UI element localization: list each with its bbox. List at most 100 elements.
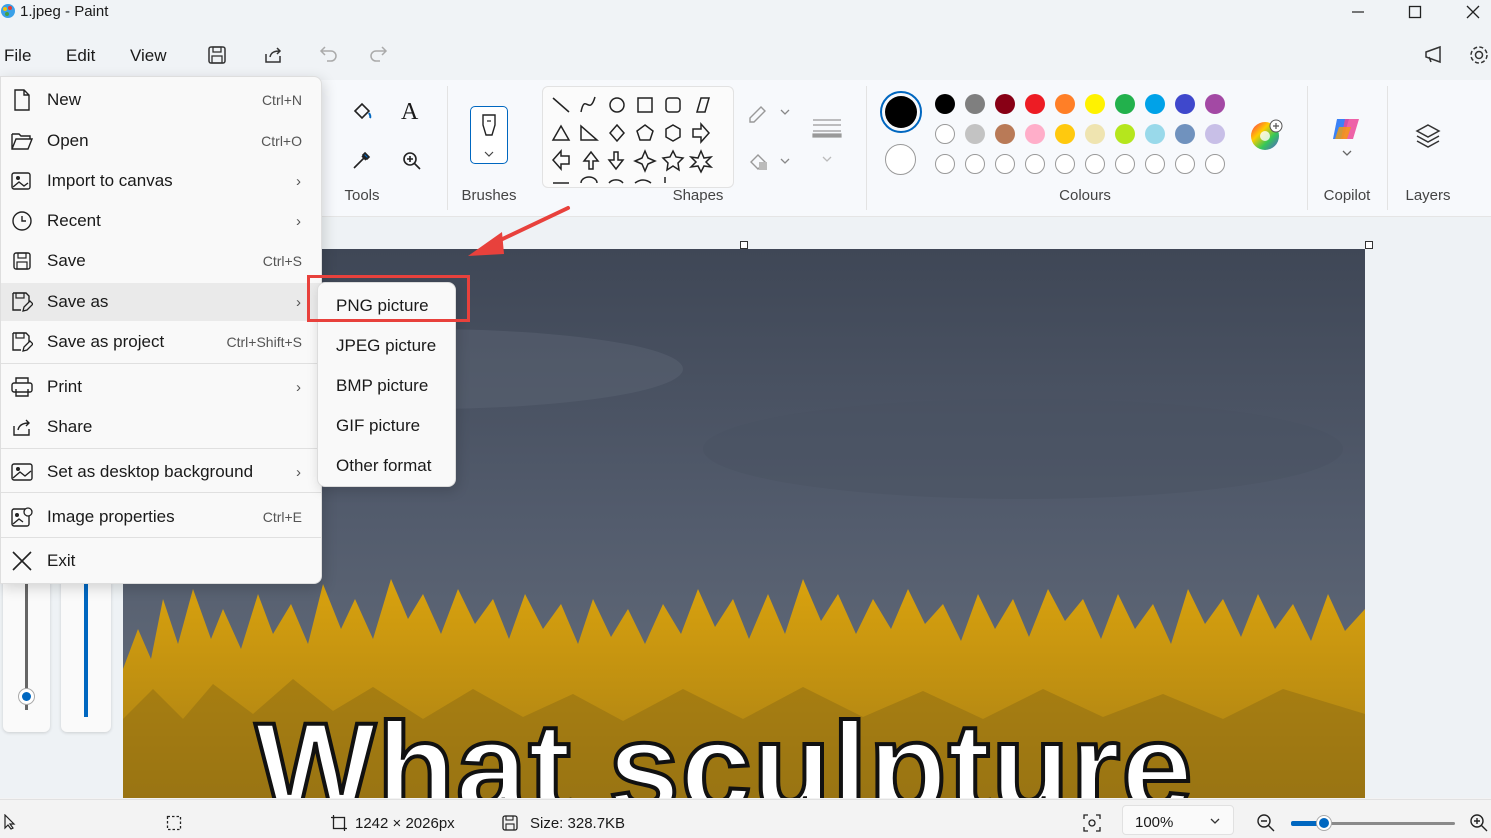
menu-file[interactable]: File xyxy=(4,46,31,66)
custom-color-slot[interactable] xyxy=(1055,154,1075,174)
menu-item-shortcut: Ctrl+N xyxy=(261,92,302,108)
color-swatch[interactable] xyxy=(1205,94,1225,114)
custom-color-slot[interactable] xyxy=(1025,154,1045,174)
custom-color-slot[interactable] xyxy=(935,154,955,174)
custom-color-slot[interactable] xyxy=(995,154,1015,174)
custom-color-slot[interactable] xyxy=(1115,154,1135,174)
zoom-select[interactable]: 100% xyxy=(1122,805,1234,835)
color-swatch[interactable] xyxy=(1175,124,1195,144)
custom-color-slot[interactable] xyxy=(965,154,985,174)
brush-size-slider[interactable] xyxy=(3,560,50,732)
edit-colors-icon[interactable] xyxy=(1249,118,1283,152)
color-swatch[interactable] xyxy=(935,94,955,114)
opacity-slider[interactable] xyxy=(61,560,111,732)
maximize-button[interactable] xyxy=(1405,2,1425,22)
zoom-out-icon[interactable] xyxy=(1256,813,1276,833)
menu-item-label: Print xyxy=(47,377,82,396)
custom-color-slot[interactable] xyxy=(1205,154,1225,174)
file-menu-item-new[interactable]: New Ctrl+N xyxy=(1,82,321,118)
submenu-item-other-format[interactable]: Other format xyxy=(336,456,431,476)
color-swatch[interactable] xyxy=(1025,94,1045,114)
color-swatch[interactable] xyxy=(965,94,985,114)
zoom-slider[interactable] xyxy=(1291,814,1455,832)
canvas-resize-handle[interactable] xyxy=(1365,241,1373,249)
file-menu-item-open[interactable]: Open Ctrl+O xyxy=(1,123,321,159)
color-swatch[interactable] xyxy=(965,124,985,144)
share-icon xyxy=(11,416,33,438)
color-swatch[interactable] xyxy=(1115,94,1135,114)
file-menu-item-save[interactable]: Save Ctrl+S xyxy=(1,243,321,279)
file-menu-item-import-to-canvas[interactable]: Import to canvas › xyxy=(1,163,321,199)
color-swatch[interactable] xyxy=(1055,124,1075,144)
text-tool-icon[interactable]: A xyxy=(401,99,418,126)
save-icon[interactable] xyxy=(206,44,228,66)
file-menu-item-image-properties[interactable]: Image properties Ctrl+E xyxy=(1,499,321,535)
color-swatch[interactable] xyxy=(1085,124,1105,144)
color-swatch[interactable] xyxy=(1145,94,1165,114)
fill-style-icon[interactable] xyxy=(747,150,793,172)
menu-item-label: Set as desktop background xyxy=(47,462,254,481)
color-swatch[interactable] xyxy=(1085,94,1105,114)
file-menu-item-set-as-desktop-background[interactable]: Set as desktop background › xyxy=(1,454,321,490)
secondary-color-swatch[interactable] xyxy=(885,144,916,175)
zoom-in-icon[interactable] xyxy=(1469,813,1489,833)
file-menu-item-save-as-project[interactable]: Save as project Ctrl+Shift+S xyxy=(1,324,321,360)
file-menu: New Ctrl+N Open Ctrl+O Import to canvas … xyxy=(0,76,322,584)
primary-color-fill xyxy=(885,96,917,128)
color-swatch[interactable] xyxy=(1175,94,1195,114)
menu-edit[interactable]: Edit xyxy=(66,46,95,66)
image-properties-icon xyxy=(11,506,33,528)
menu-item-label: Save as project xyxy=(47,332,165,351)
fit-to-window-icon[interactable] xyxy=(1082,813,1102,833)
menu-item-shortcut: Ctrl+O xyxy=(261,133,302,149)
ribbon-separator xyxy=(447,86,448,210)
file-menu-item-share[interactable]: Share xyxy=(1,409,321,445)
copilot-icon[interactable] xyxy=(1331,113,1363,157)
color-swatch[interactable] xyxy=(1205,124,1225,144)
menu-divider xyxy=(1,492,321,493)
custom-color-slot[interactable] xyxy=(1085,154,1105,174)
custom-color-slot[interactable] xyxy=(1145,154,1165,174)
color-swatch[interactable] xyxy=(995,94,1015,114)
new-file-icon xyxy=(11,89,33,111)
feedback-icon[interactable] xyxy=(1423,44,1447,66)
color-swatch[interactable] xyxy=(1115,124,1135,144)
outline-style-icon[interactable] xyxy=(747,101,793,123)
zoom-slider-thumb[interactable] xyxy=(1316,815,1333,831)
file-menu-item-save-as[interactable]: Save as › xyxy=(1,283,321,321)
redo-icon[interactable] xyxy=(367,43,389,65)
canvas-resize-handle[interactable] xyxy=(740,241,748,249)
window-title: 1.jpeg - Paint xyxy=(20,3,109,20)
file-menu-item-exit[interactable]: Exit xyxy=(1,543,321,579)
primary-color-swatch[interactable] xyxy=(880,91,922,133)
close-button[interactable] xyxy=(1463,2,1483,22)
file-menu-item-print[interactable]: Print › xyxy=(1,369,321,405)
color-swatch[interactable] xyxy=(1145,124,1165,144)
share-icon[interactable] xyxy=(262,44,284,66)
magnifier-icon[interactable] xyxy=(400,149,424,173)
printer-icon xyxy=(11,376,33,398)
color-swatch[interactable] xyxy=(935,124,955,144)
slider-thumb[interactable] xyxy=(18,688,35,705)
submenu-item-jpeg[interactable]: JPEG picture xyxy=(336,336,436,356)
brush-selector-button[interactable] xyxy=(470,106,508,164)
color-picker-icon[interactable] xyxy=(350,148,374,172)
submenu-item-gif[interactable]: GIF picture xyxy=(336,416,420,436)
color-palette xyxy=(935,94,1230,177)
color-swatch[interactable] xyxy=(1055,94,1075,114)
menu-item-label: Import to canvas xyxy=(47,171,173,190)
minimize-button[interactable] xyxy=(1348,2,1368,22)
color-swatch[interactable] xyxy=(1025,124,1045,144)
stroke-size-icon[interactable] xyxy=(811,114,843,166)
color-swatch[interactable] xyxy=(995,124,1015,144)
submenu-item-bmp[interactable]: BMP picture xyxy=(336,376,428,396)
fill-bucket-icon[interactable] xyxy=(350,99,374,123)
custom-color-slot[interactable] xyxy=(1175,154,1195,174)
undo-icon[interactable] xyxy=(318,43,340,65)
shapes-gallery[interactable] xyxy=(542,86,734,188)
settings-gear-icon[interactable] xyxy=(1467,43,1491,67)
layers-icon[interactable] xyxy=(1414,122,1442,150)
file-menu-item-recent[interactable]: Recent › xyxy=(1,203,321,239)
chevron-right-icon: › xyxy=(296,463,301,481)
menu-view[interactable]: View xyxy=(130,46,167,66)
